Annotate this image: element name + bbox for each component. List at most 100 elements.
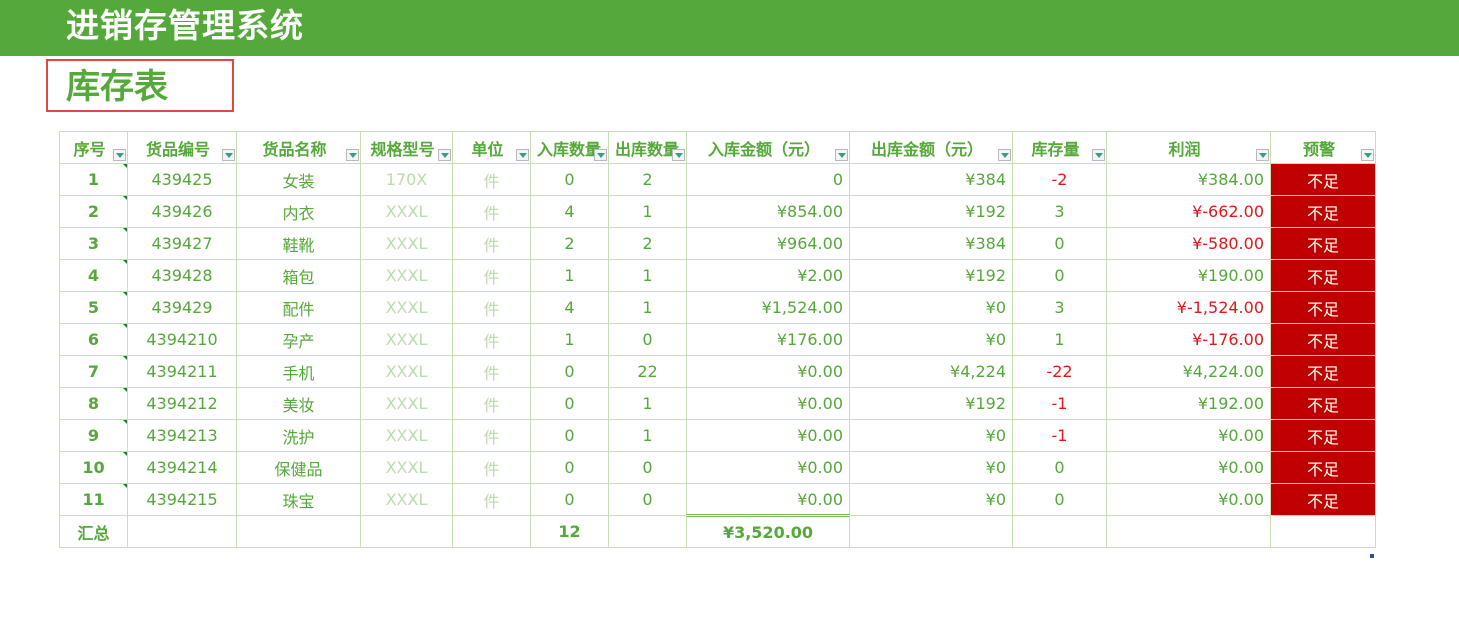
cell-profit[interactable]: ¥190.00 [1106, 259, 1271, 292]
cell-spec[interactable]: XXXL [360, 227, 453, 260]
cell-unit[interactable]: 件 [452, 451, 531, 484]
cell-unit[interactable]: 件 [452, 323, 531, 356]
cell-out-qty[interactable]: 1 [608, 259, 687, 292]
filter-dropdown-icon[interactable] [346, 149, 359, 161]
cell-out-qty[interactable]: 2 [608, 163, 687, 196]
cell-in-amount[interactable]: ¥176.00 [686, 323, 850, 356]
cell-code[interactable]: 4394212 [127, 387, 237, 420]
filter-dropdown-icon[interactable] [672, 149, 685, 161]
cell-stock[interactable]: 1 [1012, 323, 1107, 356]
cell-unit[interactable]: 件 [452, 483, 531, 516]
cell-out-qty[interactable]: 1 [608, 419, 687, 452]
filter-dropdown-icon[interactable] [516, 149, 529, 161]
cell-code[interactable]: 439429 [127, 291, 237, 324]
cell-name[interactable]: 手机 [236, 355, 361, 388]
filter-dropdown-icon[interactable] [222, 149, 235, 161]
cell-code[interactable]: 4394210 [127, 323, 237, 356]
cell-spec[interactable]: XXXL [360, 355, 453, 388]
cell-out-amount[interactable]: ¥0 [849, 451, 1013, 484]
cell-in-amount[interactable]: ¥964.00 [686, 227, 850, 260]
cell-name[interactable]: 美妆 [236, 387, 361, 420]
cell-out-qty[interactable]: 0 [608, 451, 687, 484]
filter-dropdown-icon[interactable] [835, 149, 848, 161]
cell-stock[interactable]: 0 [1012, 483, 1107, 516]
cell-stock[interactable]: 0 [1012, 259, 1107, 292]
cell-seq[interactable]: 8 [59, 387, 128, 420]
cell-out-amount[interactable]: ¥0 [849, 483, 1013, 516]
cell-code[interactable]: 4394215 [127, 483, 237, 516]
cell-in-qty[interactable]: 0 [530, 163, 609, 196]
cell-unit[interactable]: 件 [452, 195, 531, 228]
cell-out-amount[interactable]: ¥4,224 [849, 355, 1013, 388]
cell-unit[interactable]: 件 [452, 355, 531, 388]
filter-dropdown-icon[interactable] [1256, 149, 1269, 161]
cell-unit[interactable]: 件 [452, 387, 531, 420]
cell-profit[interactable]: ¥0.00 [1106, 483, 1271, 516]
cell-in-amount[interactable]: ¥0.00 [686, 387, 850, 420]
cell-unit[interactable]: 件 [452, 163, 531, 196]
cell-in-qty[interactable]: 2 [530, 227, 609, 260]
cell-seq[interactable]: 1 [59, 163, 128, 196]
cell-seq[interactable]: 4 [59, 259, 128, 292]
cell-spec[interactable]: XXXL [360, 483, 453, 516]
cell-in-qty[interactable]: 1 [530, 259, 609, 292]
table-cell[interactable] [1106, 515, 1271, 548]
cell-spec[interactable]: XXXL [360, 259, 453, 292]
cell-seq[interactable]: 11 [59, 483, 128, 516]
cell-out-qty[interactable]: 1 [608, 387, 687, 420]
total-in-qty[interactable]: 12 [530, 515, 609, 548]
table-cell[interactable] [1012, 515, 1107, 548]
cell-out-amount[interactable]: ¥0 [849, 291, 1013, 324]
cell-profit[interactable]: ¥-580.00 [1106, 227, 1271, 260]
cell-in-amount[interactable]: ¥854.00 [686, 195, 850, 228]
table-cell[interactable] [236, 515, 361, 548]
cell-out-qty[interactable]: 2 [608, 227, 687, 260]
cell-out-amount[interactable]: ¥192 [849, 387, 1013, 420]
filter-dropdown-icon[interactable] [1092, 149, 1105, 161]
cell-spec[interactable]: XXXL [360, 195, 453, 228]
cell-in-qty[interactable]: 1 [530, 323, 609, 356]
cell-warning[interactable]: 不足 [1270, 259, 1376, 292]
filter-dropdown-icon[interactable] [998, 149, 1011, 161]
cell-seq[interactable]: 3 [59, 227, 128, 260]
cell-profit[interactable]: ¥4,224.00 [1106, 355, 1271, 388]
table-cell[interactable] [849, 515, 1013, 548]
cell-profit[interactable]: ¥0.00 [1106, 419, 1271, 452]
cell-code[interactable]: 439427 [127, 227, 237, 260]
cell-in-amount[interactable]: ¥1,524.00 [686, 291, 850, 324]
cell-name[interactable]: 保健品 [236, 451, 361, 484]
cell-code[interactable]: 4394214 [127, 451, 237, 484]
cell-in-qty[interactable]: 0 [530, 355, 609, 388]
cell-in-qty[interactable]: 0 [530, 387, 609, 420]
cell-profit[interactable]: ¥192.00 [1106, 387, 1271, 420]
cell-warning[interactable]: 不足 [1270, 451, 1376, 484]
cell-stock[interactable]: 3 [1012, 195, 1107, 228]
cell-name[interactable]: 配件 [236, 291, 361, 324]
cell-code[interactable]: 4394213 [127, 419, 237, 452]
cell-seq[interactable]: 2 [59, 195, 128, 228]
cell-warning[interactable]: 不足 [1270, 387, 1376, 420]
cell-stock[interactable]: -22 [1012, 355, 1107, 388]
cell-out-amount[interactable]: ¥192 [849, 195, 1013, 228]
cell-spec[interactable]: XXXL [360, 291, 453, 324]
cell-code[interactable]: 4394211 [127, 355, 237, 388]
cell-out-amount[interactable]: ¥384 [849, 227, 1013, 260]
cell-warning[interactable]: 不足 [1270, 291, 1376, 324]
cell-spec[interactable]: 170X [360, 163, 453, 196]
cell-stock[interactable]: 3 [1012, 291, 1107, 324]
filter-dropdown-icon[interactable] [438, 149, 451, 161]
cell-warning[interactable]: 不足 [1270, 323, 1376, 356]
cell-in-amount[interactable]: ¥0.00 [686, 451, 850, 484]
cell-spec[interactable]: XXXL [360, 323, 453, 356]
cell-in-qty[interactable]: 4 [530, 195, 609, 228]
table-cell[interactable] [360, 515, 453, 548]
cell-name[interactable]: 女装 [236, 163, 361, 196]
cell-profit[interactable]: ¥0.00 [1106, 451, 1271, 484]
table-cell[interactable] [452, 515, 531, 548]
cell-in-amount[interactable]: ¥2.00 [686, 259, 850, 292]
cell-warning[interactable]: 不足 [1270, 355, 1376, 388]
cell-out-amount[interactable]: ¥384 [849, 163, 1013, 196]
cell-profit[interactable]: ¥-1,524.00 [1106, 291, 1271, 324]
cell-stock[interactable]: 0 [1012, 227, 1107, 260]
filter-dropdown-icon[interactable] [594, 149, 607, 161]
